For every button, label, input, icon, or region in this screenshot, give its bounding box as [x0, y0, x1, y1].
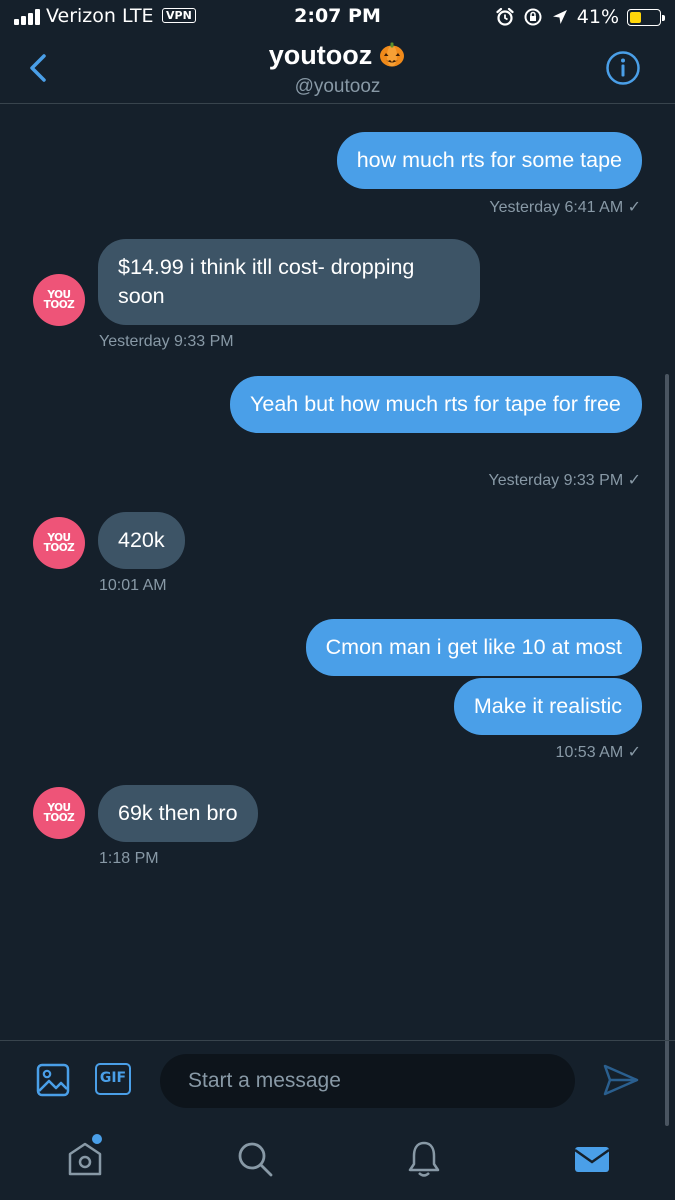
avatar-logo-text: YOU TOOZ — [43, 532, 75, 554]
message-timestamp: 10:01 AM — [99, 577, 167, 594]
battery-percent: 41% — [576, 6, 619, 28]
message-timestamp: 1:18 PM — [99, 850, 159, 867]
message-timestamp: Yesterday 9:33 PM — [99, 333, 234, 350]
sent-message-bubble[interactable]: how much rts for some tape — [336, 132, 642, 189]
contact-name-row[interactable]: youtooz — [0, 40, 675, 71]
status-bar: Verizon LTE VPN 2:07 PM 41% — [0, 0, 675, 34]
message-list[interactable]: how much rts for some tape Yesterday 6:4… — [0, 104, 675, 1126]
battery-icon — [627, 8, 665, 26]
message-timestamp: Yesterday 9:33 PM ✓ — [488, 472, 641, 489]
contact-name: youtooz — [268, 40, 373, 70]
received-message-bubble[interactable]: 420k — [98, 512, 185, 569]
location-arrow-icon — [552, 10, 567, 24]
alarm-icon — [496, 7, 514, 26]
status-right: 41% — [495, 5, 665, 29]
message-timestamp: 10:53 AM ✓ — [555, 744, 641, 761]
notifications-bell-icon[interactable] — [403, 1138, 445, 1180]
message-composer: GIF — [0, 1040, 675, 1120]
avatar[interactable]: YOU TOOZ — [33, 517, 85, 569]
send-icon[interactable] — [602, 1063, 640, 1097]
conversation-header: youtooz @youtooz — [0, 34, 675, 104]
notification-dot — [92, 1134, 102, 1144]
image-icon[interactable] — [36, 1063, 70, 1097]
messages-mail-icon[interactable] — [571, 1138, 613, 1180]
contact-handle[interactable]: @youtooz — [0, 76, 675, 98]
info-icon[interactable] — [605, 50, 641, 86]
home-icon[interactable] — [64, 1138, 106, 1180]
received-message-bubble[interactable]: $14.99 i think itll cost- dropping soon — [98, 239, 480, 325]
rotation-lock-icon — [524, 8, 542, 26]
avatar-logo-text: YOU TOOZ — [43, 802, 75, 824]
search-icon[interactable] — [234, 1138, 276, 1180]
gif-button[interactable]: GIF — [95, 1063, 131, 1095]
sent-message-bubble[interactable]: Make it realistic — [453, 678, 642, 735]
pumpkin-icon — [380, 42, 405, 67]
sent-message-bubble[interactable]: Yeah but how much rts for tape for free — [230, 376, 642, 433]
avatar[interactable]: YOU TOOZ — [33, 274, 85, 326]
avatar-logo-text: YOU TOOZ — [43, 289, 75, 311]
message-input[interactable] — [160, 1054, 575, 1108]
scrollbar[interactable] — [665, 374, 669, 1126]
avatar[interactable]: YOU TOOZ — [33, 787, 85, 839]
message-timestamp: Yesterday 6:41 AM ✓ — [489, 199, 641, 216]
received-message-bubble[interactable]: 69k then bro — [98, 785, 258, 842]
bottom-tab-bar — [0, 1120, 675, 1200]
sent-message-bubble[interactable]: Cmon man i get like 10 at most — [305, 619, 642, 676]
